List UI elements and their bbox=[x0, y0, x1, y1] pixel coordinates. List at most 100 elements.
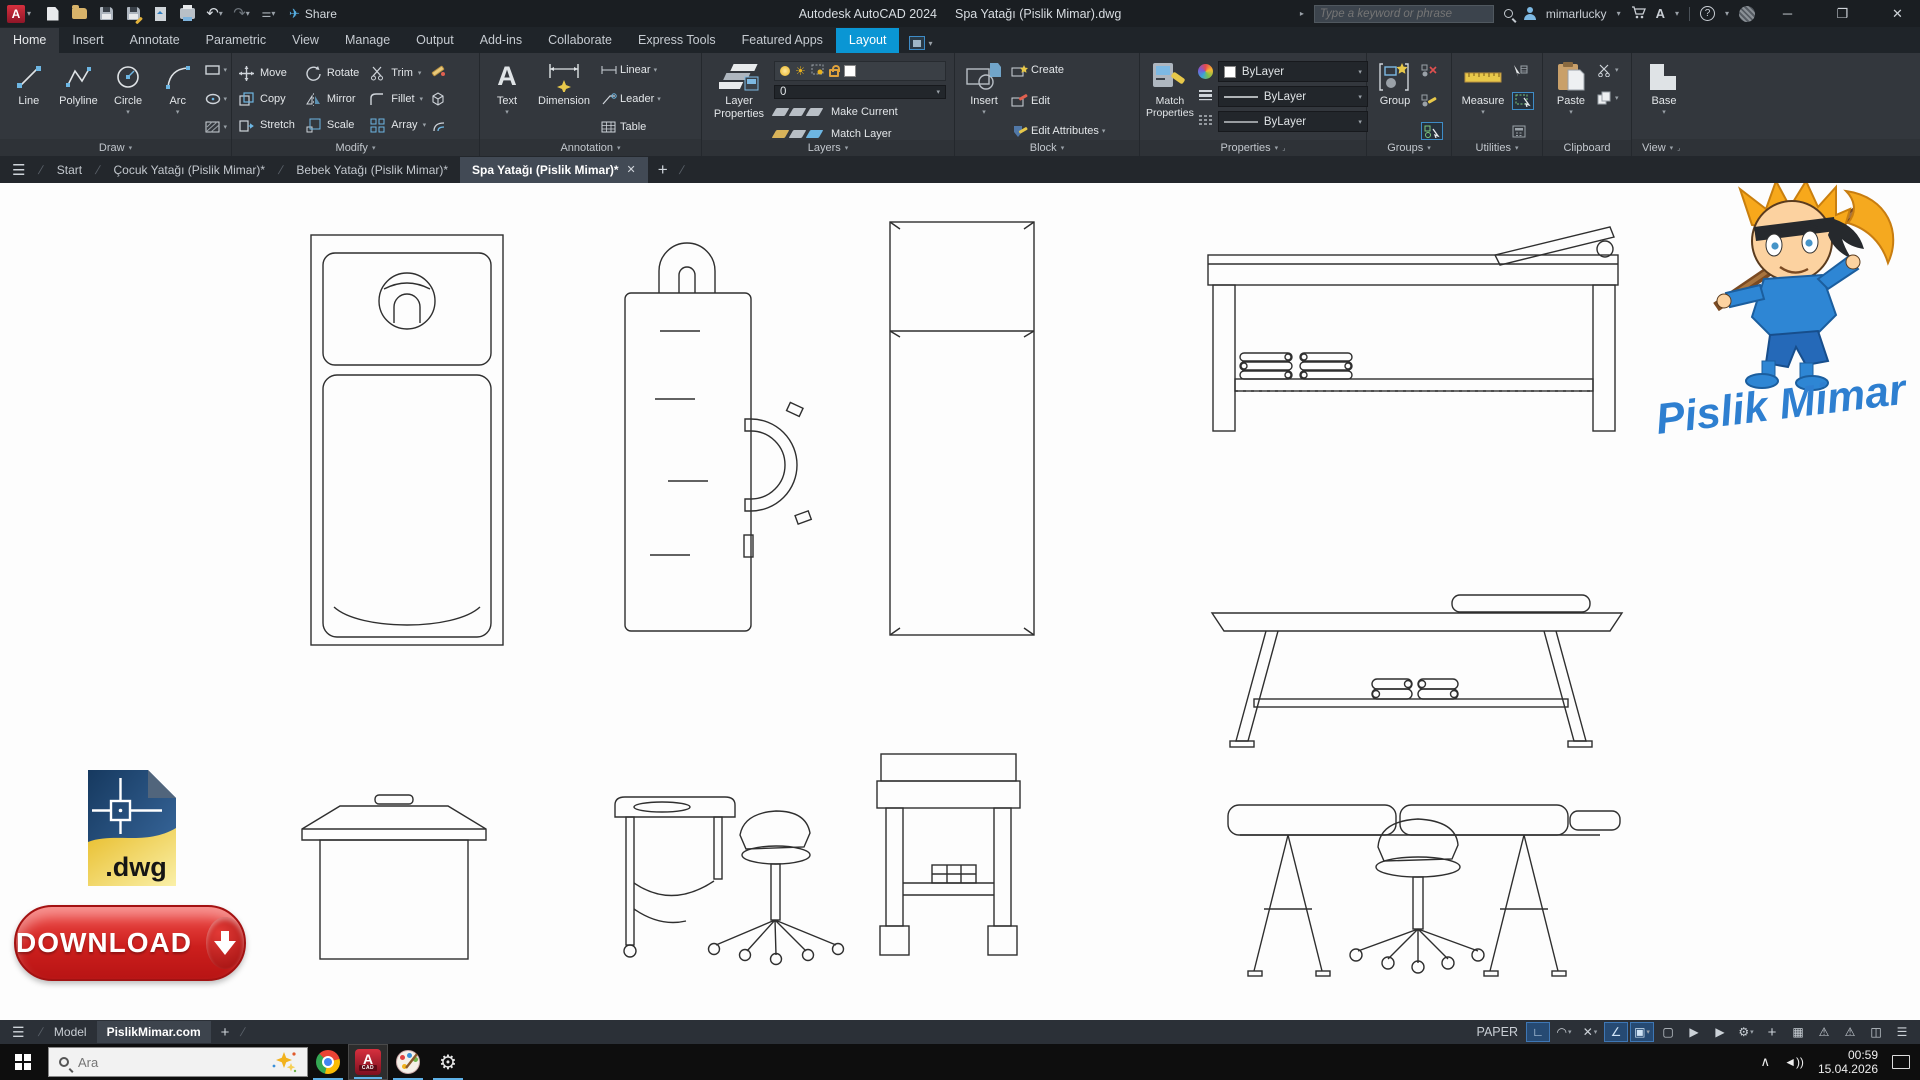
panel-label-view[interactable]: View ▾ ⌟ bbox=[1632, 139, 1920, 156]
scale-button[interactable]: Scale bbox=[305, 112, 359, 138]
workspace-settings-button[interactable]: ⚙ ▾ bbox=[1734, 1022, 1758, 1042]
create-block-button[interactable]: Create bbox=[1011, 61, 1129, 79]
share-button[interactable]: ✈ Share bbox=[289, 6, 337, 22]
base-view-button[interactable]: Base ▾ bbox=[1638, 58, 1690, 117]
circle-button[interactable]: Circle ▾ bbox=[105, 58, 151, 117]
layer-tool-icon[interactable] bbox=[771, 130, 790, 138]
drawing-desk-with-stool[interactable] bbox=[614, 796, 845, 966]
action-center-icon[interactable] bbox=[1892, 1055, 1910, 1069]
space-indicator[interactable]: PAPER bbox=[1477, 1025, 1518, 1039]
table-button[interactable]: Table bbox=[600, 118, 686, 136]
app-store-cart-icon[interactable] bbox=[1631, 5, 1646, 22]
hatch-tool-button[interactable]: ▾ bbox=[205, 118, 227, 136]
grid-display-toggle[interactable]: ∟ bbox=[1526, 1022, 1550, 1042]
drawing-canvas[interactable]: Pislik Mimar .dwg DOWNLOAD bbox=[0, 178, 1920, 1020]
layer-tool-icon[interactable] bbox=[805, 130, 824, 138]
layer-on-icon[interactable] bbox=[780, 66, 790, 76]
copy-clip-button[interactable]: ▾ bbox=[1597, 89, 1619, 107]
select-objects-button[interactable] bbox=[1512, 91, 1534, 110]
file-tab-bebek-yatagi[interactable]: Bebek Yatağı (Pislik Mimar)* bbox=[284, 157, 460, 183]
tab-express-tools[interactable]: Express Tools bbox=[625, 28, 729, 53]
autodesk-menu-chevron-icon[interactable]: ▾ bbox=[1675, 9, 1679, 18]
drawing-ottoman-front-view[interactable] bbox=[301, 794, 487, 960]
close-button[interactable]: ✕ bbox=[1875, 0, 1920, 27]
fillet-button[interactable]: Fillet ▾ bbox=[369, 86, 426, 112]
mirror-button[interactable]: Mirror bbox=[305, 86, 359, 112]
array-button[interactable]: Array ▾ bbox=[369, 112, 426, 138]
make-current-button[interactable]: Make Current bbox=[831, 103, 898, 121]
quick-calculator-button[interactable] bbox=[1512, 122, 1534, 140]
help-icon[interactable]: ? bbox=[1699, 6, 1715, 21]
tab-add-ins[interactable]: Add-ins bbox=[467, 28, 535, 53]
layer-dropdown[interactable]: 0 ▾ bbox=[774, 85, 946, 99]
dwg-file-badge[interactable]: .dwg bbox=[88, 770, 176, 886]
file-tab-start[interactable]: Start bbox=[45, 157, 94, 183]
erase-button[interactable] bbox=[430, 61, 446, 79]
tab-layout[interactable]: Layout bbox=[835, 28, 900, 53]
taskbar-search-field[interactable] bbox=[48, 1047, 308, 1077]
autodesk-access-icon[interactable]: A bbox=[1656, 6, 1665, 21]
taskbar-app-settings[interactable]: ⚙ bbox=[428, 1044, 468, 1080]
signed-in-user[interactable]: mimarlucky bbox=[1546, 7, 1607, 21]
drawing-table-splayed-legs[interactable] bbox=[1210, 594, 1624, 748]
object-color-dropdown[interactable]: ByLayer ▾ bbox=[1217, 61, 1368, 82]
ungroup-button[interactable] bbox=[1421, 61, 1443, 79]
help-search-input[interactable] bbox=[1319, 7, 1488, 20]
polyline-button[interactable]: Polyline bbox=[56, 58, 102, 108]
text-button[interactable]: A Text ▾ bbox=[486, 58, 528, 117]
annotation-autoscale-toggle[interactable]: ▶ bbox=[1708, 1022, 1732, 1042]
panel-label-properties[interactable]: Properties ▾ ⌟ bbox=[1140, 140, 1366, 156]
user-menu-chevron-icon[interactable]: ▾ bbox=[1617, 9, 1621, 18]
panel-label-block[interactable]: Block ▾ bbox=[955, 140, 1139, 156]
panel-label-draw[interactable]: Draw ▾ bbox=[0, 139, 231, 156]
help-menu-chevron-icon[interactable]: ▾ bbox=[1725, 9, 1729, 18]
minimize-button[interactable]: ─ bbox=[1765, 0, 1810, 27]
selection-cycling-toggle[interactable]: ▢ bbox=[1656, 1022, 1680, 1042]
save-button[interactable] bbox=[98, 6, 115, 21]
tab-view[interactable]: View bbox=[279, 28, 332, 53]
save-as-button[interactable] bbox=[125, 6, 143, 25]
insert-block-button[interactable]: Insert ▾ bbox=[961, 58, 1007, 117]
file-tab-menu-icon[interactable]: ☰ bbox=[0, 161, 37, 179]
edit-attributes-button[interactable]: Edit Attributes ▾ bbox=[1011, 122, 1129, 140]
match-properties-button[interactable]: Match Properties bbox=[1146, 58, 1194, 119]
tab-annotate[interactable]: Annotate bbox=[117, 28, 193, 53]
close-tab-icon[interactable]: ✕ bbox=[627, 163, 636, 176]
taskbar-clock[interactable]: 00:59 15.04.2026 bbox=[1818, 1048, 1878, 1076]
layer-tool-icon[interactable] bbox=[771, 108, 790, 116]
dimension-button[interactable]: Dimension bbox=[532, 58, 596, 108]
clean-screen-button[interactable]: ◫ bbox=[1864, 1022, 1888, 1042]
measure-button[interactable]: Measure ▾ bbox=[1458, 58, 1508, 117]
open-from-web-button[interactable] bbox=[152, 6, 169, 21]
object-snap-toggle[interactable]: ▣ ▾ bbox=[1630, 1022, 1654, 1042]
search-icon[interactable] bbox=[1503, 9, 1513, 18]
snap-mode-toggle[interactable]: ◠ ▾ bbox=[1552, 1022, 1576, 1042]
ellipse-tool-button[interactable]: ▾ bbox=[205, 90, 227, 108]
layer-tool-icon[interactable] bbox=[805, 108, 824, 116]
panel-label-utilities[interactable]: Utilities ▾ bbox=[1452, 140, 1542, 156]
stretch-button[interactable]: Stretch bbox=[238, 112, 295, 138]
group-edit-button[interactable] bbox=[1421, 92, 1443, 110]
annotation-visibility-toggle[interactable]: ▶ bbox=[1682, 1022, 1706, 1042]
tab-collaborate[interactable]: Collaborate bbox=[535, 28, 625, 53]
layer-lock-icon[interactable] bbox=[828, 65, 840, 77]
new-file-button[interactable] bbox=[44, 6, 61, 21]
tab-manage[interactable]: Manage bbox=[332, 28, 403, 53]
drawing-spa-bed-top-view[interactable] bbox=[310, 234, 504, 646]
graphics-performance-button[interactable]: ⚠ bbox=[1812, 1022, 1836, 1042]
paste-button[interactable]: Paste ▾ bbox=[1549, 58, 1593, 117]
customize-qat-button[interactable]: ⚌ ▾ bbox=[260, 6, 277, 21]
taskbar-app-autocad[interactable]: A CAD bbox=[348, 1044, 388, 1080]
drawing-table-front-with-shelf[interactable] bbox=[876, 753, 1021, 956]
file-tab-cocuk-yatagi[interactable]: Çocuk Yatağı (Pislik Mimar)* bbox=[101, 157, 277, 183]
help-search-field[interactable] bbox=[1313, 4, 1494, 23]
expand-search-icon[interactable]: ▸ bbox=[1300, 9, 1304, 18]
copilot-sparkle-icon[interactable] bbox=[271, 1051, 297, 1073]
rectangle-tool-button[interactable]: ▾ bbox=[204, 61, 227, 79]
hidden-icons-chevron[interactable]: ∧ bbox=[1761, 1054, 1771, 1070]
quick-select-button[interactable] bbox=[1512, 61, 1534, 79]
drawing-spa-bed-plan-with-stool[interactable] bbox=[624, 242, 813, 632]
edit-block-button[interactable]: Edit bbox=[1011, 92, 1129, 110]
annotation-monitor-button[interactable]: ⚠ bbox=[1838, 1022, 1862, 1042]
move-button[interactable]: Move bbox=[238, 60, 295, 86]
